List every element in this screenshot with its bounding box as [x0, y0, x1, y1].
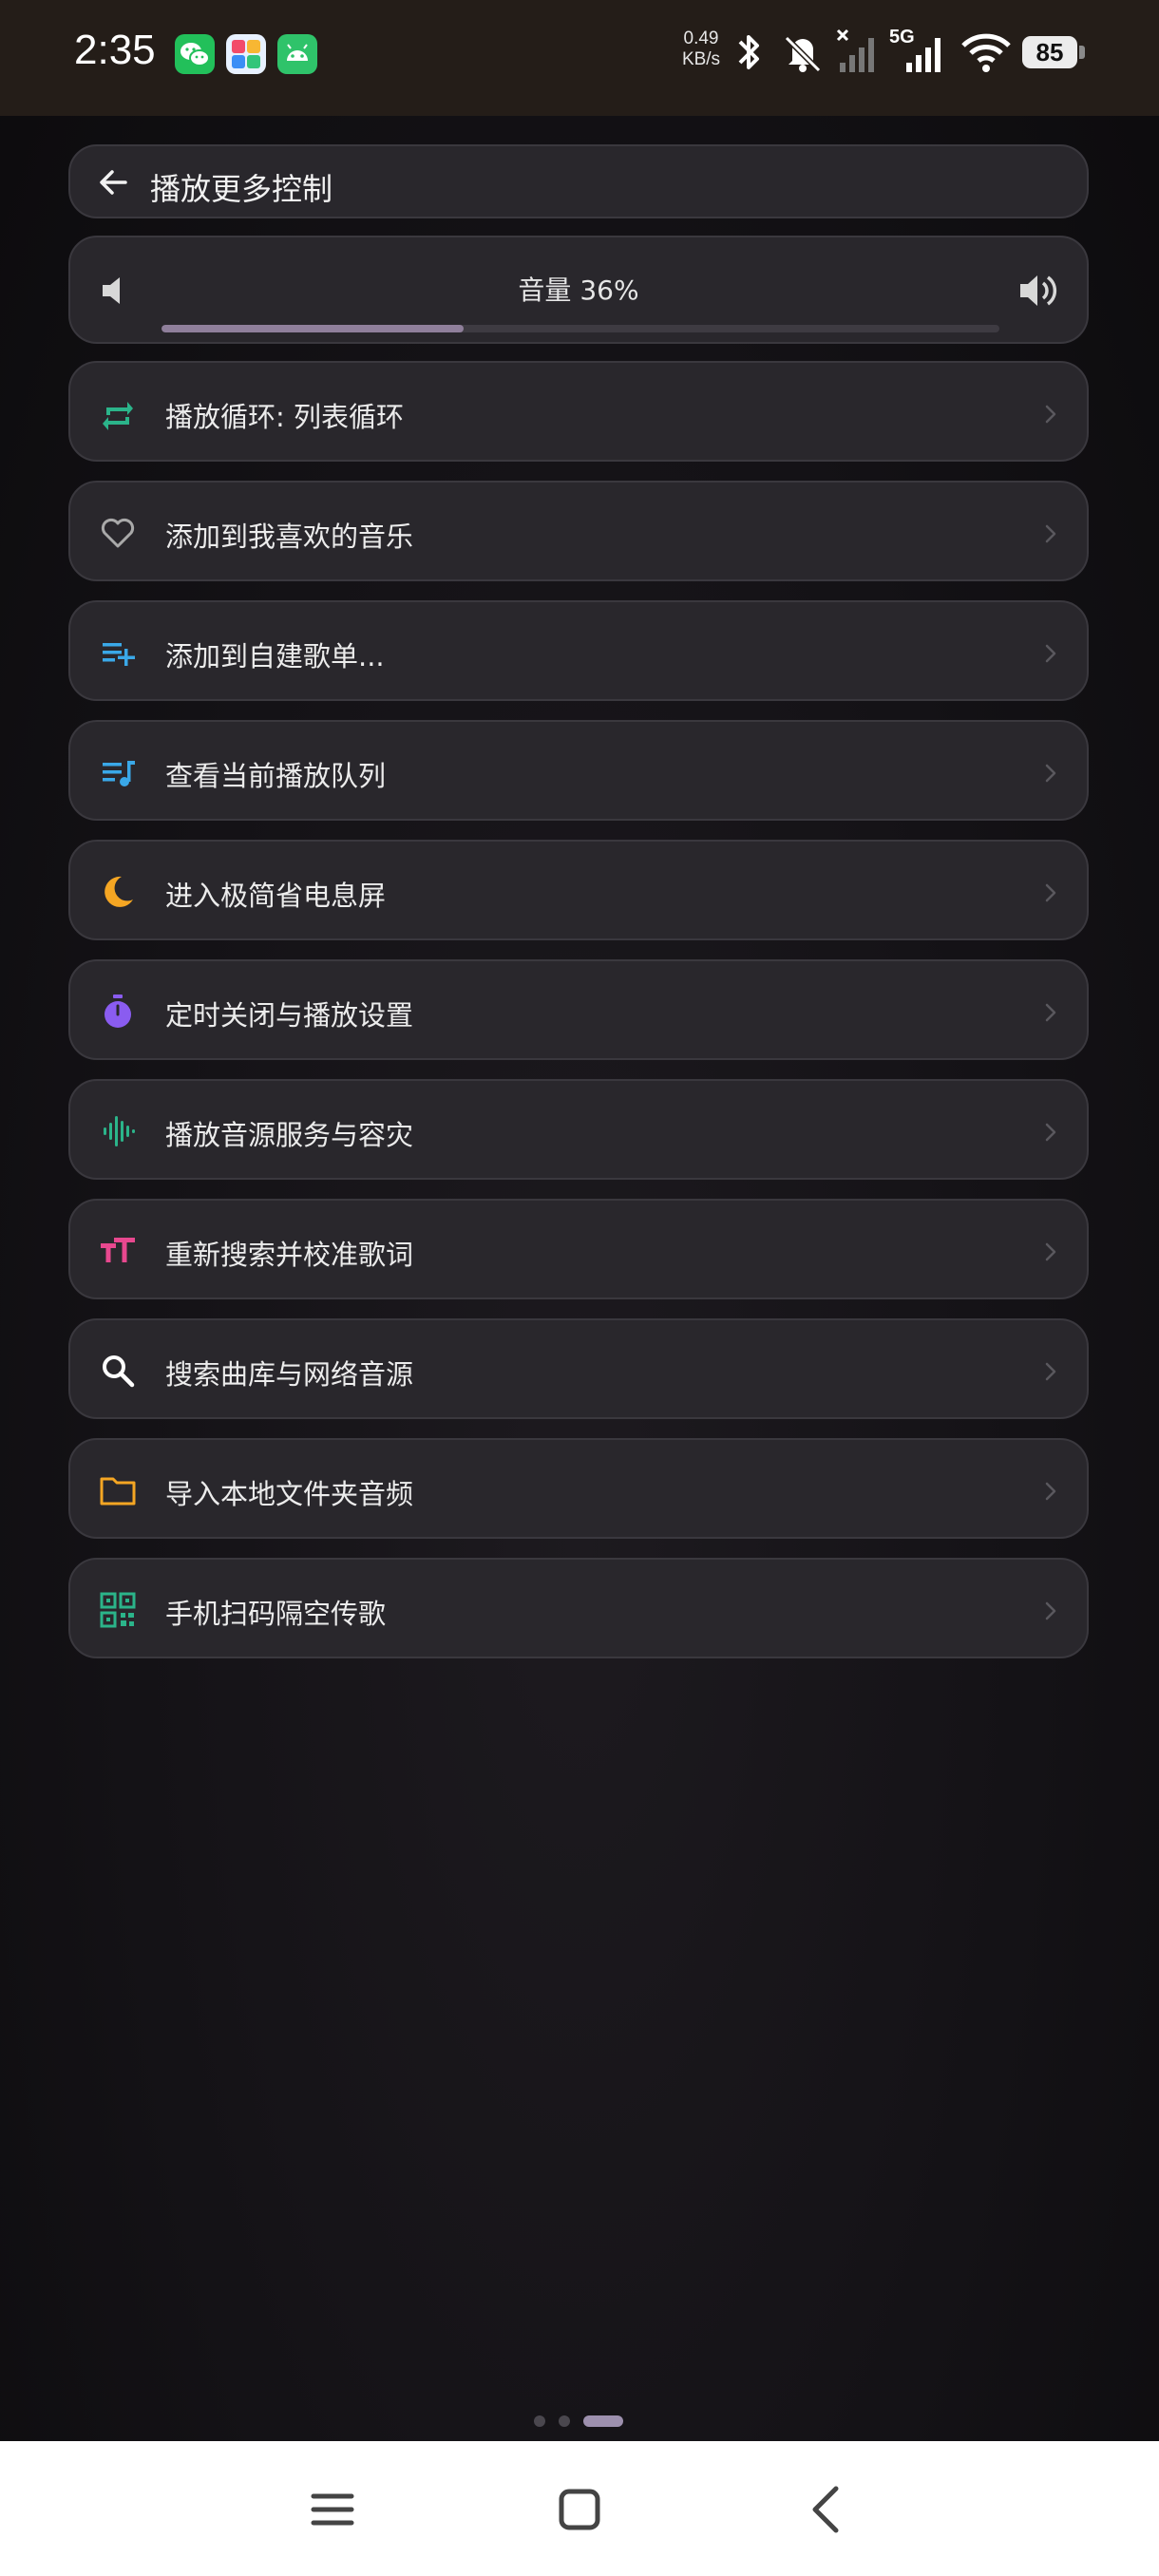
page-dot-active — [583, 2415, 623, 2427]
search-icon — [103, 1355, 135, 1388]
app-store-notification-icon — [226, 34, 266, 74]
menu-item[interactable]: 播放音源服务与容灾 — [68, 1079, 1089, 1180]
menu-item[interactable]: 添加到自建歌单... — [68, 600, 1089, 701]
page-indicator — [534, 2415, 623, 2427]
header-bar: 播放更多控制 — [68, 144, 1089, 218]
bluetooth-icon — [738, 35, 759, 69]
chevron-right-icon — [1045, 1362, 1056, 1381]
menu-item[interactable]: 定时关闭与播放设置 — [68, 959, 1089, 1060]
volume-control: 音量 36% — [68, 236, 1089, 344]
text-size-icon — [101, 1238, 135, 1262]
menu-item-label: 查看当前播放队列 — [165, 760, 387, 792]
chevron-right-icon — [1045, 644, 1056, 663]
menu-item-label: 播放音源服务与容灾 — [165, 1119, 414, 1151]
network-speed: 0.49 KB/s — [681, 28, 721, 69]
chevron-right-icon — [1045, 1123, 1056, 1142]
menu-item-label: 导入本地文件夹音频 — [165, 1478, 414, 1510]
status-bar: 2:35 0.49 KB/s 5G 85 — [0, 0, 1159, 116]
chevron-right-icon — [1045, 1482, 1056, 1501]
waveform-icon — [104, 1116, 135, 1146]
menu-item-label: 搜索曲库与网络音源 — [165, 1358, 414, 1391]
page-title: 播放更多控制 — [150, 171, 333, 207]
repeat-icon — [103, 402, 133, 430]
folder-icon — [100, 1477, 136, 1506]
battery-level: 85 — [1022, 36, 1077, 68]
menu-item-label: 播放循环: 列表循环 — [165, 401, 404, 433]
home-nav-icon[interactable] — [549, 2479, 610, 2540]
no-sim-signal-icon — [836, 28, 874, 72]
menu-item-label: 添加到我喜欢的音乐 — [165, 521, 414, 553]
menu-item[interactable]: 手机扫码隔空传歌 — [68, 1558, 1089, 1658]
menu-item[interactable]: 搜索曲库与网络音源 — [68, 1318, 1089, 1419]
page-dot — [534, 2415, 545, 2427]
cell-signal-icon — [906, 38, 940, 72]
menu-item[interactable]: 进入极简省电息屏 — [68, 840, 1089, 940]
menu-item-label: 进入极简省电息屏 — [165, 880, 387, 912]
wechat-notification-icon — [175, 34, 215, 74]
status-time: 2:35 — [74, 27, 156, 73]
system-navigation-bar — [0, 2441, 1159, 2576]
heart-icon — [101, 518, 135, 548]
menu-item-label: 手机扫码隔空传歌 — [165, 1598, 387, 1630]
volume-slider-fill — [162, 325, 464, 332]
menu-item[interactable]: 添加到我喜欢的音乐 — [68, 481, 1089, 581]
menu-item-label: 添加到自建歌单... — [165, 640, 385, 672]
menu-item[interactable]: 导入本地文件夹音频 — [68, 1438, 1089, 1539]
mute-bell-icon — [784, 35, 822, 73]
android-notification-icon — [277, 34, 317, 74]
page-dot — [559, 2415, 570, 2427]
menu-item[interactable]: 播放循环: 列表循环 — [68, 361, 1089, 462]
menu-item[interactable]: 重新搜索并校准歌词 — [68, 1199, 1089, 1299]
playlist-add-icon — [103, 643, 135, 666]
timer-icon — [104, 994, 131, 1028]
menu-item-label: 重新搜索并校准歌词 — [165, 1239, 414, 1271]
chevron-right-icon — [1045, 405, 1056, 424]
menu-item[interactable]: 查看当前播放队列 — [68, 720, 1089, 821]
queue-music-icon — [103, 761, 135, 786]
back-arrow-icon[interactable] — [93, 161, 135, 203]
chevron-right-icon — [1045, 1601, 1056, 1620]
menu-nav-icon[interactable] — [302, 2479, 363, 2540]
chevron-right-icon — [1045, 524, 1056, 543]
volume-label: 音量 36% — [518, 275, 639, 306]
volume-slider[interactable] — [162, 325, 999, 332]
wifi-icon — [961, 33, 1011, 72]
menu-item-label: 定时关闭与播放设置 — [165, 999, 414, 1032]
chevron-right-icon — [1045, 1003, 1056, 1022]
chevron-right-icon — [1045, 764, 1056, 783]
moon-icon — [104, 876, 133, 907]
battery-tip — [1079, 46, 1085, 59]
qr-code-icon — [100, 1592, 136, 1628]
back-nav-icon[interactable] — [796, 2479, 857, 2540]
chevron-right-icon — [1045, 1242, 1056, 1261]
volume-up-icon[interactable] — [1016, 268, 1062, 313]
chevron-right-icon — [1045, 883, 1056, 902]
